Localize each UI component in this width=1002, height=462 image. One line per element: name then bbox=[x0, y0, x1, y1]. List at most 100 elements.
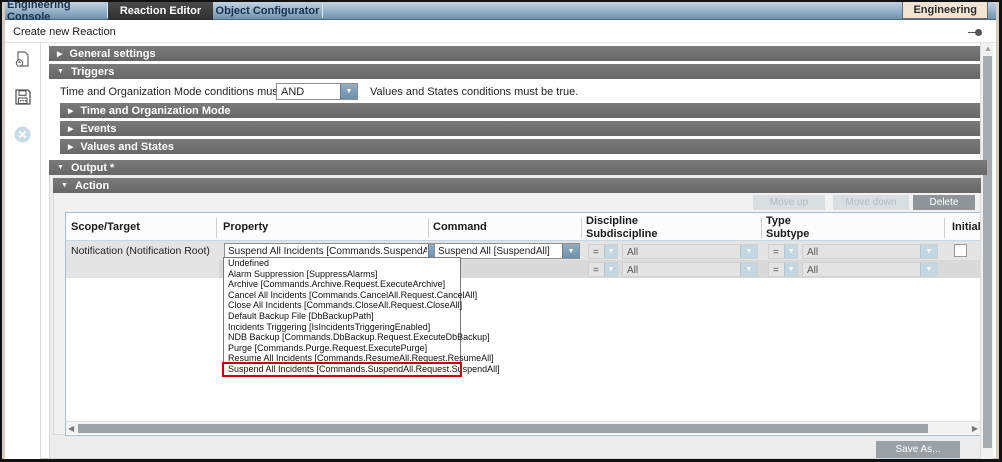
section-general-settings[interactable]: ▶ General settings bbox=[49, 46, 987, 61]
dropdown-item[interactable]: Resume All Incidents [Commands.ResumeAll… bbox=[224, 353, 460, 364]
action-table: Scope/Target Property Command Discipline… bbox=[65, 212, 981, 436]
application-window: Engineering Console Reaction Editor Obje… bbox=[2, 2, 999, 459]
delete-button[interactable]: Delete bbox=[913, 195, 975, 210]
events-operator-dropdown[interactable]: AND ▼ bbox=[276, 83, 358, 100]
operator-value: = bbox=[773, 265, 781, 276]
tab-engineering-console[interactable]: Engineering Console bbox=[7, 2, 107, 20]
section-label: General settings bbox=[69, 48, 155, 60]
column-separator bbox=[428, 218, 429, 238]
section-values-and-states[interactable]: ▶ Values and States bbox=[60, 139, 987, 154]
section-label: Action bbox=[75, 180, 109, 192]
chevron-down-icon[interactable]: ▼ bbox=[740, 245, 757, 258]
chevron-down-icon: ▼ bbox=[57, 68, 64, 75]
type-value: All bbox=[807, 247, 921, 258]
chevron-down-icon[interactable]: ▼ bbox=[920, 245, 937, 258]
col-scope-target: Scope/Target bbox=[71, 221, 140, 233]
subdiscipline-dropdown[interactable]: All ▼ bbox=[622, 262, 758, 277]
perspective-label: Engineering bbox=[913, 4, 977, 16]
scroll-up-arrow-icon[interactable]: ▲ bbox=[984, 44, 992, 53]
save-icon[interactable] bbox=[14, 88, 32, 106]
discard-icon[interactable] bbox=[14, 126, 32, 144]
subtype-value: All bbox=[807, 265, 921, 276]
column-separator bbox=[944, 218, 945, 238]
scroll-left-arrow-icon[interactable]: ◀ bbox=[68, 424, 74, 433]
dropdown-item[interactable]: Archive [Commands.Archive.Request.Execut… bbox=[224, 279, 460, 290]
scroll-right-arrow-icon[interactable]: ▶ bbox=[972, 424, 978, 433]
section-triggers[interactable]: ▼ Triggers bbox=[49, 64, 987, 79]
chevron-down-icon[interactable]: ▼ bbox=[604, 263, 617, 276]
dropdown-item[interactable]: Incidents Triggering [IsIncidentsTrigger… bbox=[224, 322, 460, 333]
dropdown-item[interactable]: Undefined bbox=[224, 258, 460, 269]
chevron-down-icon[interactable]: ▼ bbox=[784, 263, 797, 276]
tab-reaction-editor[interactable]: Reaction Editor bbox=[108, 2, 213, 20]
col-initial: Initial bbox=[952, 221, 981, 233]
chevron-right-icon: ▶ bbox=[57, 50, 62, 58]
property-dropdown-list: Undefined Alarm Suppression [SuppressAla… bbox=[223, 257, 461, 376]
discipline-value: All bbox=[627, 247, 741, 258]
section-output[interactable]: ▼ Output * bbox=[49, 160, 987, 175]
view-title-bar: Create new Reaction bbox=[5, 21, 996, 43]
property-value: Suspend All Incidents [Commands.SuspendA… bbox=[228, 246, 427, 257]
tab-object-configurator[interactable]: Object Configurator bbox=[214, 2, 321, 20]
auto-hide-pin-icon[interactable] bbox=[968, 29, 982, 36]
table-header-row: Scope/Target Property Command Discipline… bbox=[66, 213, 980, 241]
col-command: Command bbox=[433, 221, 487, 233]
column-separator bbox=[581, 218, 582, 238]
horizontal-scrollbar-thumb[interactable] bbox=[78, 424, 928, 433]
chevron-down-icon[interactable]: ▼ bbox=[740, 263, 757, 276]
chevron-down-icon[interactable]: ▼ bbox=[340, 84, 357, 99]
subtype-dropdown[interactable]: All ▼ bbox=[802, 262, 938, 277]
section-label: Events bbox=[80, 123, 116, 135]
subdiscipline-value: All bbox=[627, 265, 741, 276]
col-property: Property bbox=[223, 221, 268, 233]
column-separator bbox=[761, 218, 762, 238]
chevron-down-icon: ▼ bbox=[61, 182, 68, 189]
move-up-button[interactable]: Move up bbox=[753, 195, 825, 210]
col-discipline: Discipline bbox=[586, 215, 638, 227]
type-operator-dropdown[interactable]: = ▼ bbox=[768, 244, 798, 259]
chevron-down-icon[interactable]: ▼ bbox=[604, 245, 617, 258]
new-reaction-icon[interactable] bbox=[14, 50, 32, 68]
section-label: Values and States bbox=[80, 141, 174, 153]
chevron-down-icon[interactable]: ▼ bbox=[920, 263, 937, 276]
engineering-perspective-tab[interactable]: Engineering bbox=[902, 2, 988, 19]
operator-value: = bbox=[773, 247, 781, 258]
save-as-button[interactable]: Save As... bbox=[876, 441, 960, 458]
left-toolbar bbox=[5, 43, 41, 459]
tab-separator bbox=[322, 4, 323, 18]
tab-label: Reaction Editor bbox=[120, 5, 201, 17]
discipline-operator-dropdown[interactable]: = ▼ bbox=[588, 244, 618, 259]
initial-checkbox[interactable] bbox=[954, 244, 967, 257]
dropdown-item[interactable]: Cancel All Incidents [Commands.CancelAll… bbox=[224, 290, 460, 301]
vertical-scrollbar[interactable]: ▲ bbox=[980, 43, 993, 459]
command-value: Suspend All [SuspendAll] bbox=[438, 246, 561, 257]
subdiscipline-operator-dropdown[interactable]: = ▼ bbox=[588, 262, 618, 277]
section-events[interactable]: ▶ Events bbox=[60, 121, 987, 136]
col-subdiscipline: Subdiscipline bbox=[586, 228, 658, 240]
dropdown-item[interactable]: NDB Backup [Commands.DbBackup.Request.Ex… bbox=[224, 332, 460, 343]
dropdown-item[interactable]: Close All Incidents [Commands.CloseAll.R… bbox=[224, 300, 460, 311]
subtype-operator-dropdown[interactable]: = ▼ bbox=[768, 262, 798, 277]
type-dropdown[interactable]: All ▼ bbox=[802, 244, 938, 259]
chevron-down-icon[interactable]: ▼ bbox=[562, 244, 579, 258]
tab-label: Object Configurator bbox=[216, 5, 320, 17]
dropdown-item-highlighted[interactable]: Suspend All Incidents [Commands.SuspendA… bbox=[224, 364, 460, 375]
dropdown-item[interactable]: Alarm Suppression [SuppressAlarms] bbox=[224, 269, 460, 280]
col-subtype: Subtype bbox=[766, 228, 809, 240]
dropdown-item[interactable]: Purge [Commands.Purge.Request.ExecutePur… bbox=[224, 343, 460, 354]
horizontal-scrollbar[interactable]: ◀ ▶ bbox=[66, 421, 980, 434]
operator-value: AND bbox=[281, 86, 304, 98]
chevron-down-icon[interactable]: ▼ bbox=[784, 245, 797, 258]
chevron-right-icon: ▶ bbox=[68, 107, 73, 115]
section-label: Time and Organization Mode bbox=[80, 105, 230, 117]
page-title: Create new Reaction bbox=[13, 26, 116, 38]
chevron-down-icon: ▼ bbox=[57, 164, 64, 171]
discipline-dropdown[interactable]: All ▼ bbox=[622, 244, 758, 259]
col-type: Type bbox=[766, 215, 791, 227]
section-time-and-organization-mode[interactable]: ▶ Time and Organization Mode bbox=[60, 103, 987, 118]
vertical-scrollbar-thumb[interactable] bbox=[983, 56, 992, 448]
scope-target-cell: Notification (Notification Root) bbox=[66, 241, 219, 278]
section-action[interactable]: ▼ Action bbox=[53, 178, 981, 193]
dropdown-item[interactable]: Default Backup File [DbBackupPath] bbox=[224, 311, 460, 322]
move-down-button[interactable]: Move down bbox=[833, 195, 909, 210]
